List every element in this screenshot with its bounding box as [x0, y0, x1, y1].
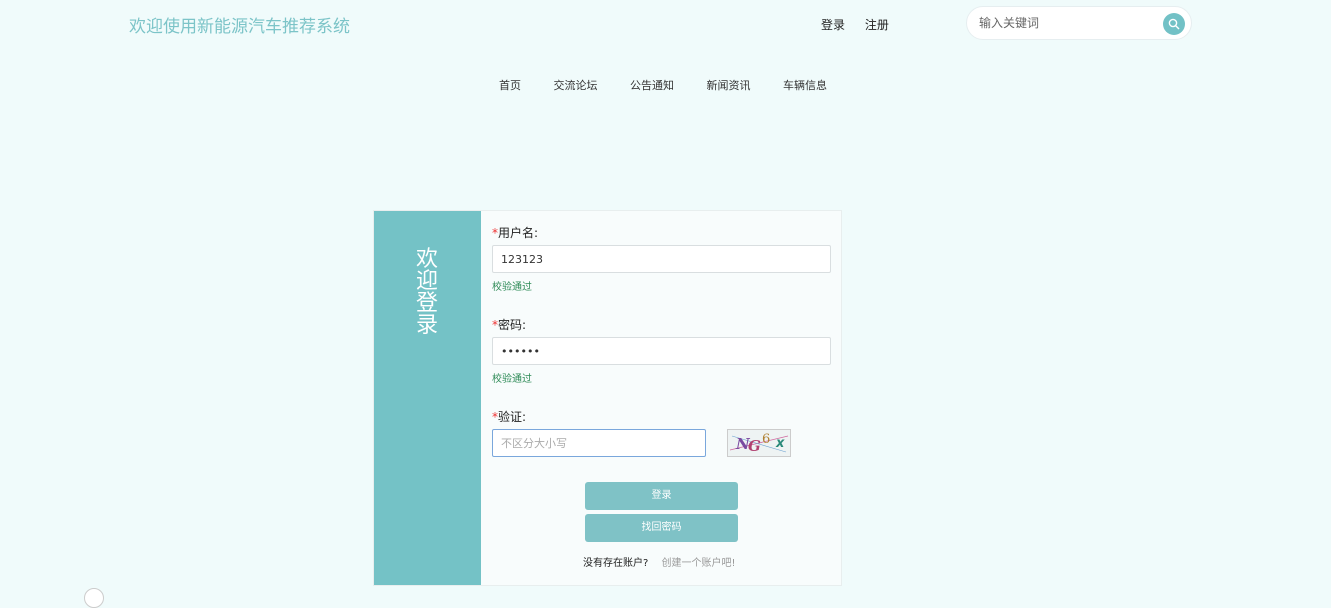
login-panel: 欢 迎 登 录 *用户名: 校验通过 *密码: 校验通过 *验证: N G 6 … — [373, 210, 842, 586]
search-box — [966, 6, 1192, 40]
svg-text:6: 6 — [762, 432, 770, 447]
username-label-text: 用户名: — [498, 226, 539, 240]
captcha-label-text: 验证: — [498, 410, 527, 424]
username-label: *用户名: — [492, 224, 538, 241]
nav-item-notices[interactable]: 公告通知 — [630, 79, 674, 92]
password-label-text: 密码: — [498, 318, 527, 332]
no-account-text: 没有存在账户? — [583, 558, 649, 569]
scroll-indicator — [84, 588, 104, 608]
captcha-input[interactable] — [492, 429, 706, 457]
register-link[interactable]: 注册 — [865, 18, 889, 32]
svg-text:G: G — [748, 437, 761, 455]
username-status: 校验通过 — [492, 282, 532, 293]
login-link[interactable]: 登录 — [821, 18, 845, 32]
create-account-link[interactable]: 创建一个账户吧! — [662, 558, 736, 569]
search-input[interactable] — [977, 15, 1161, 31]
nav-item-forum[interactable]: 交流论坛 — [554, 79, 598, 92]
captcha-image[interactable]: N G 6 x — [727, 429, 791, 457]
nav-item-vehicles[interactable]: 车辆信息 — [783, 79, 827, 92]
register-prompt: 没有存在账户? 创建一个账户吧! — [583, 554, 736, 569]
site-title: 欢迎使用新能源汽车推荐系统 — [129, 17, 350, 37]
login-button[interactable]: 登录 — [585, 482, 738, 510]
search-button[interactable] — [1163, 13, 1185, 35]
top-links: 登录 注册 — [821, 16, 905, 33]
side-title-char: 迎 — [415, 269, 438, 294]
password-status: 校验通过 — [492, 374, 532, 385]
side-title-char: 登 — [415, 291, 438, 316]
captcha-label: *验证: — [492, 408, 526, 425]
nav-item-home[interactable]: 首页 — [499, 79, 521, 92]
side-title-char: 欢 — [415, 247, 438, 272]
svg-text:x: x — [775, 436, 785, 451]
login-side-title: 欢 迎 登 录 — [415, 249, 439, 337]
side-title-char: 录 — [415, 313, 438, 338]
password-input[interactable] — [492, 337, 831, 365]
username-input[interactable] — [492, 245, 831, 273]
forgot-password-button[interactable]: 找回密码 — [585, 514, 738, 542]
search-icon — [1168, 18, 1180, 30]
main-nav: 首页 交流论坛 公告通知 新闻资讯 车辆信息 — [499, 77, 856, 93]
login-side-banner: 欢 迎 登 录 — [374, 211, 481, 585]
password-label: *密码: — [492, 316, 526, 333]
nav-item-news[interactable]: 新闻资讯 — [707, 79, 751, 92]
